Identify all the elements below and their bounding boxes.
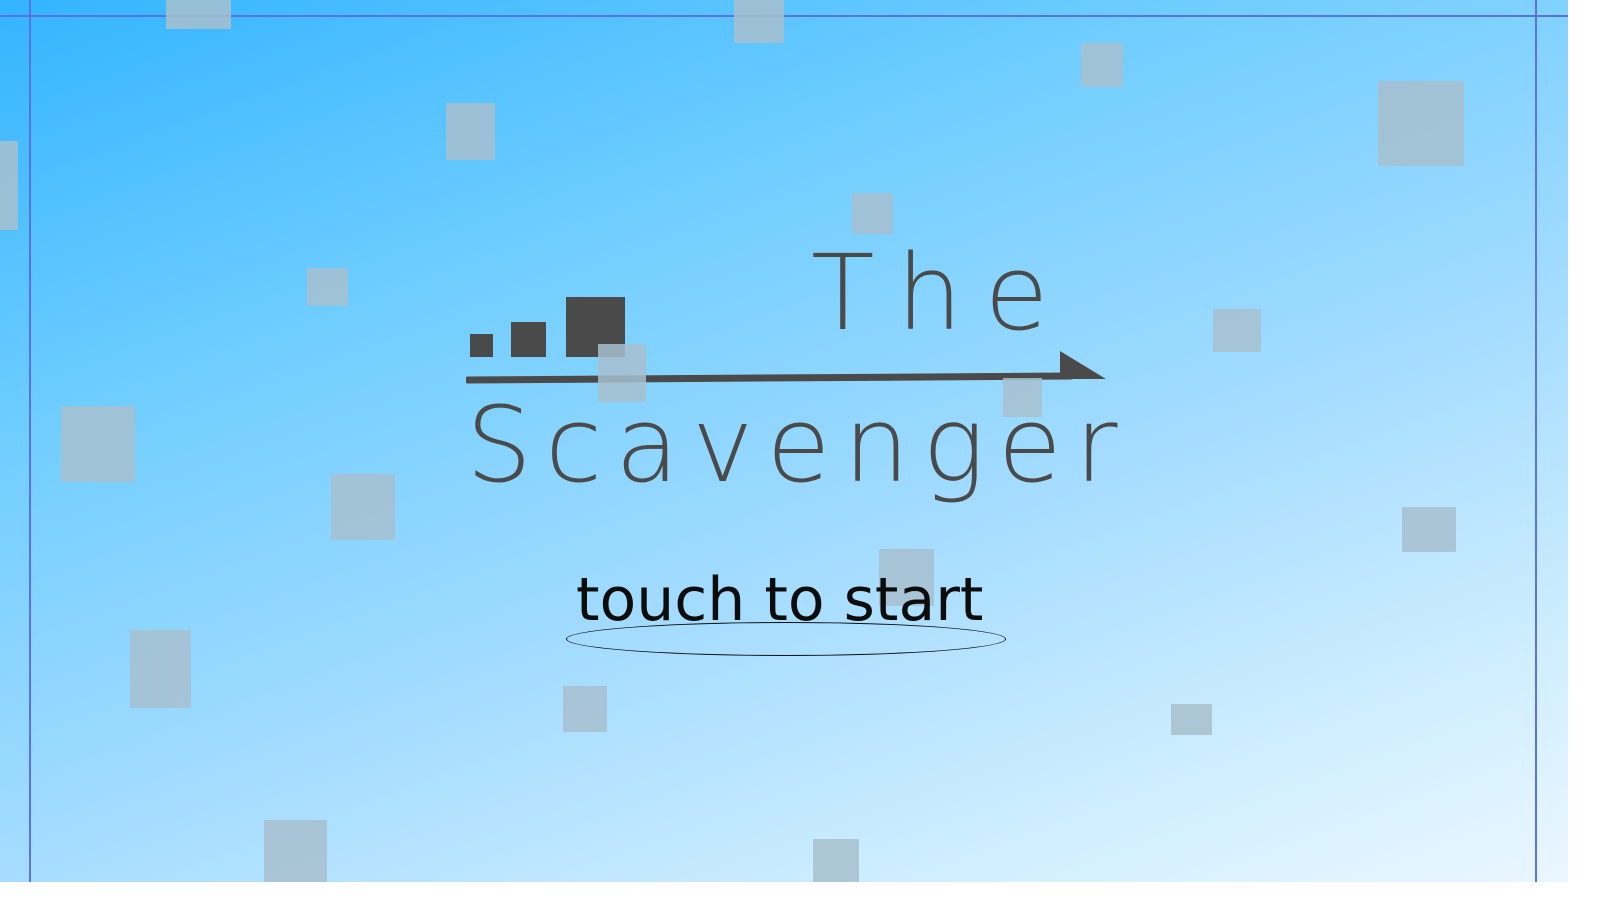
floating-block	[130, 630, 191, 708]
floating-block	[0, 141, 18, 230]
floating-block	[852, 193, 893, 234]
title-word-the: The	[811, 232, 1071, 354]
floating-block	[1171, 704, 1212, 735]
floating-block	[1402, 507, 1456, 552]
floating-block	[1003, 378, 1042, 417]
frame-border-left	[29, 0, 31, 882]
floating-block	[563, 686, 607, 732]
frame-border-top	[0, 15, 1568, 17]
start-button-label: touch to start	[576, 565, 984, 635]
floating-block	[598, 344, 646, 402]
floating-block	[734, 0, 784, 43]
floating-block	[166, 0, 231, 29]
floating-block	[1378, 81, 1464, 166]
floating-block	[1081, 43, 1123, 87]
floating-block	[264, 820, 327, 882]
floating-block	[307, 268, 348, 306]
floating-block	[1213, 309, 1261, 352]
touch-to-start-button[interactable]: touch to start	[566, 568, 1010, 660]
floating-block	[446, 103, 495, 160]
floating-block	[61, 406, 135, 482]
title-screen[interactable]: The Scavenger touch to start	[0, 0, 1568, 882]
floating-block	[331, 474, 395, 540]
floating-block	[813, 839, 859, 882]
frame-border-right	[1535, 0, 1537, 882]
